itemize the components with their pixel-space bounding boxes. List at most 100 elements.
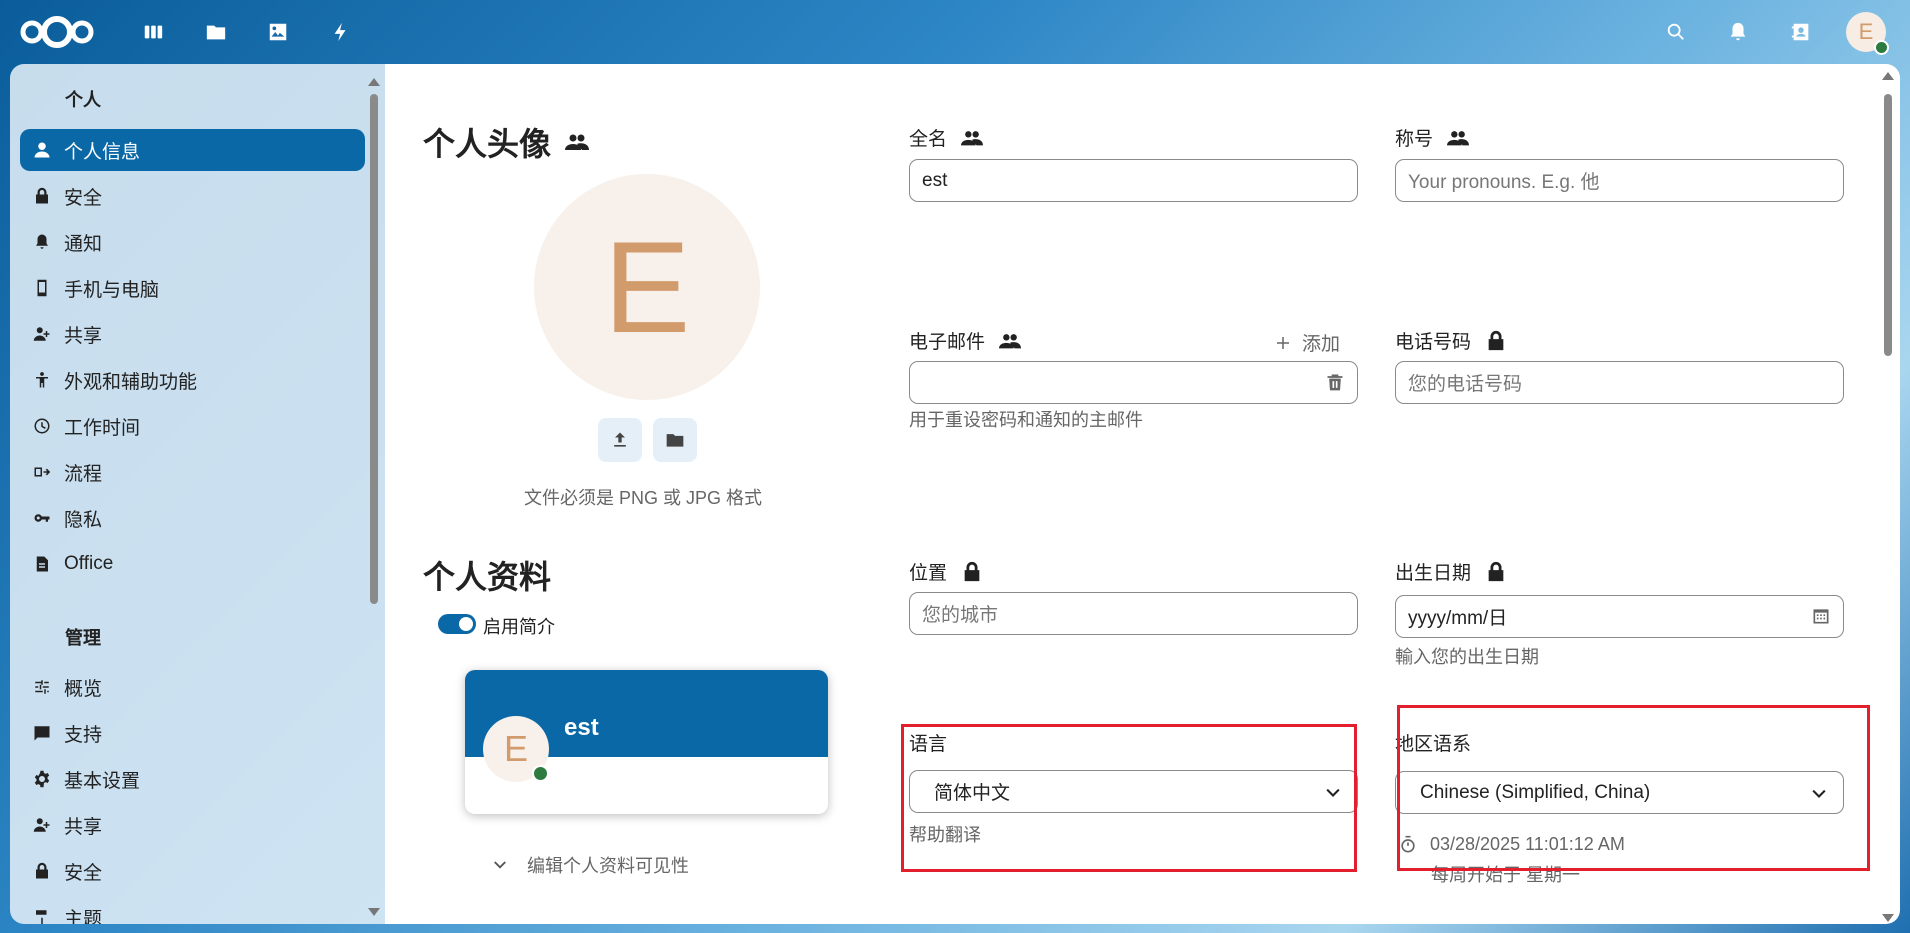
document-icon (20, 555, 64, 573)
online-status-dot (532, 765, 549, 782)
calendar-icon[interactable] (1811, 606, 1831, 632)
dashboard-icon[interactable] (138, 17, 168, 47)
contacts-icon[interactable] (1786, 17, 1816, 47)
sidebar-item-overview[interactable]: 概览 (20, 666, 365, 708)
edit-visibility-label: 编辑个人资料可见性 (527, 856, 689, 876)
group-icon[interactable] (999, 330, 1022, 352)
profile-section-title: 个人资料 (423, 552, 551, 598)
sidebar-item-personal-info[interactable]: 个人信息 (20, 129, 365, 171)
group-icon[interactable] (1447, 127, 1470, 149)
group-icon[interactable] (961, 127, 984, 149)
bell-icon (20, 233, 64, 251)
location-label: 位置 (909, 558, 983, 585)
sidebar-item-privacy[interactable]: 隐私 (20, 497, 365, 539)
user-avatar[interactable]: E (1846, 12, 1889, 55)
sidebar-item-work-hours[interactable]: 工作时间 (20, 405, 365, 447)
profile-card-avatar: E (483, 716, 549, 782)
chat-icon (20, 724, 64, 742)
field-label-text: 出生日期 (1395, 563, 1472, 584)
upload-icon (614, 432, 626, 447)
location-input[interactable]: 您的城市 (909, 592, 1358, 635)
scrollbar-thumb[interactable] (370, 94, 378, 604)
phone-input[interactable]: 您的电话号码 (1395, 361, 1844, 404)
sidebar-item-admin-sharing[interactable]: 共享 (20, 804, 365, 846)
sidebar-item-office[interactable]: Office (20, 543, 365, 585)
birthday-label: 出生日期 (1395, 558, 1507, 585)
sidebar-item-label: 手机与电脑 (64, 279, 160, 301)
sidebar-item-label: 安全 (64, 187, 103, 209)
scroll-down-arrow[interactable] (368, 908, 380, 916)
lock-icon[interactable] (961, 561, 983, 583)
section-heading: 个人资料 (423, 559, 552, 595)
section-heading: 个人头像 (423, 126, 552, 162)
profile-preview-card[interactable]: est E (465, 670, 828, 814)
avatar-letter: E (503, 728, 528, 769)
avatar-letter: E (1858, 19, 1874, 44)
sidebar-item-flow[interactable]: 流程 (20, 451, 365, 493)
enable-profile-toggle[interactable] (438, 614, 476, 634)
add-email-button[interactable]: 添加 (1274, 329, 1340, 356)
field-label-text: 电话号码 (1395, 332, 1472, 353)
group-icon[interactable] (565, 130, 590, 154)
sidebar-item-appearance[interactable]: 外观和辅助功能 (20, 359, 365, 401)
scroll-up-arrow[interactable] (368, 78, 380, 86)
files-icon[interactable] (201, 17, 231, 47)
search-icon[interactable] (1661, 17, 1691, 47)
sidebar-item-label: 隐私 (64, 509, 103, 531)
gear-icon (20, 770, 64, 788)
pronouns-label: 称号 (1395, 124, 1470, 151)
bell-icon[interactable] (1723, 17, 1753, 47)
email-input[interactable] (909, 361, 1358, 404)
sidebar-item-label: 主题 (64, 908, 103, 925)
photos-icon[interactable] (263, 17, 293, 47)
locale-highlight-box (1397, 705, 1870, 871)
edit-visibility-toggle[interactable]: 编辑个人资料可见性 (491, 852, 689, 878)
birthday-input[interactable]: yyyy/mm/日 (1395, 595, 1844, 638)
sidebar-item-admin-security[interactable]: 安全 (20, 850, 365, 892)
birthday-placeholder: yyyy/mm/日 (1408, 608, 1508, 629)
sidebar-item-notifications[interactable]: 通知 (20, 221, 365, 263)
sidebar-item-label: 基本设置 (64, 770, 141, 792)
sidebar-item-label: 流程 (64, 463, 103, 485)
sidebar-item-label: 工作时间 (64, 417, 141, 439)
delete-email-icon[interactable] (1325, 372, 1345, 398)
scrollbar-thumb[interactable] (1884, 94, 1892, 356)
main-scrollbar[interactable] (1882, 72, 1894, 922)
sidebar-item-security[interactable]: 安全 (20, 175, 365, 217)
sidebar-item-label: 外观和辅助功能 (64, 371, 198, 393)
sidebar-scrollbar[interactable] (368, 78, 380, 916)
sidebar-item-support[interactable]: 支持 (20, 712, 365, 754)
avatar-letter: E (603, 214, 691, 360)
top-header: E (0, 0, 1910, 64)
sidebar-item-devices[interactable]: 手机与电脑 (20, 267, 365, 309)
add-email-label: 添加 (1302, 334, 1341, 355)
profile-avatar-large: E (534, 174, 760, 400)
upload-avatar-button[interactable] (598, 418, 642, 462)
sliders-icon (20, 678, 64, 696)
pronouns-input[interactable]: Your pronouns. E.g. 他 (1395, 159, 1844, 202)
avatar-format-hint: 文件必须是 PNG 或 JPG 格式 (524, 488, 763, 508)
field-label-text: 全名 (909, 129, 948, 150)
flow-icon (20, 463, 64, 481)
lock-icon[interactable] (1485, 561, 1507, 583)
enable-profile-label: 启用简介 (483, 617, 555, 637)
scroll-up-arrow[interactable] (1882, 72, 1894, 80)
field-label-text: 称号 (1395, 129, 1434, 150)
sidebar-item-label: 共享 (64, 816, 103, 838)
sidebar-heading-personal: 个人 (65, 90, 101, 110)
choose-from-files-button[interactable] (653, 418, 697, 462)
sidebar-item-basic-settings[interactable]: 基本设置 (20, 758, 365, 800)
online-status-dot (1874, 40, 1889, 55)
scroll-down-arrow[interactable] (1882, 914, 1894, 922)
sidebar-item-label: Office (64, 553, 114, 574)
nextcloud-logo[interactable] (18, 14, 96, 50)
fullname-input[interactable]: est (909, 159, 1358, 202)
sidebar-item-theme[interactable]: 主题 (20, 896, 365, 924)
sidebar-item-label: 支持 (64, 724, 103, 746)
fullname-label: 全名 (909, 124, 984, 151)
language-highlight-box (901, 724, 1357, 872)
lock-icon[interactable] (1485, 330, 1507, 352)
activity-icon[interactable] (326, 17, 356, 47)
email-label: 电子邮件 (909, 327, 1022, 354)
sidebar-item-sharing[interactable]: 共享 (20, 313, 365, 355)
